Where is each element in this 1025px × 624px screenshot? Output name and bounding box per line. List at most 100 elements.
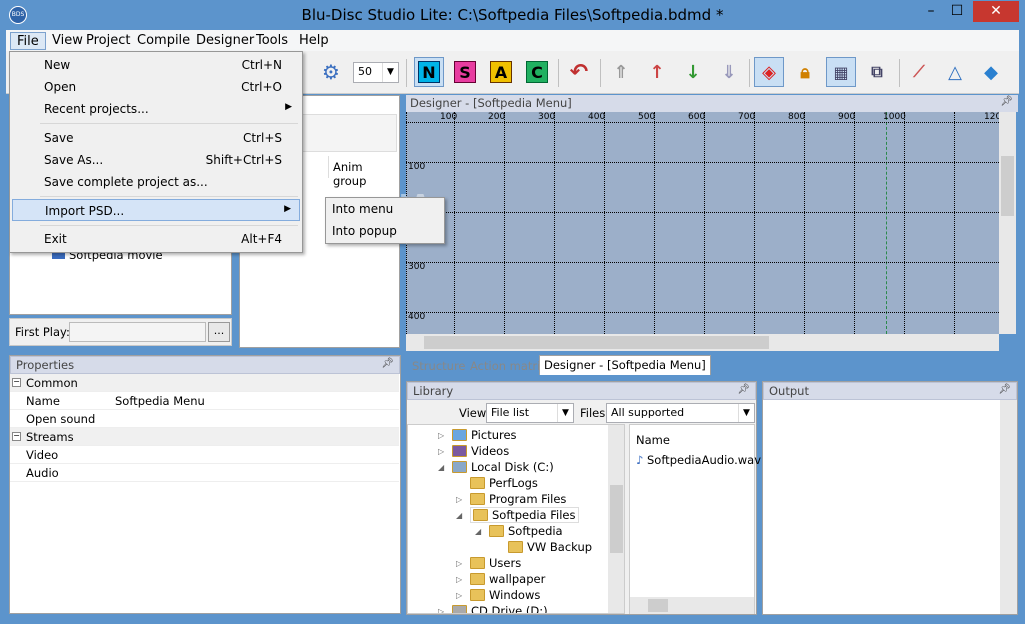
- expand-icon[interactable]: ▷: [438, 607, 444, 613]
- tree-item[interactable]: Windows: [470, 588, 540, 602]
- expand-icon[interactable]: ▷: [438, 431, 444, 440]
- scroll-thumb[interactable]: [648, 599, 668, 612]
- expand-icon[interactable]: ▷: [456, 559, 462, 568]
- menu-item-new[interactable]: New Ctrl+N: [12, 54, 300, 76]
- cubes-icon[interactable]: ◆: [976, 57, 1006, 87]
- send-backward-icon[interactable]: ↓: [678, 57, 708, 87]
- collapse-icon[interactable]: ◢: [456, 511, 462, 520]
- menu-file[interactable]: File: [10, 32, 46, 50]
- separator: [406, 59, 407, 87]
- prop-row-video[interactable]: Video: [10, 446, 399, 464]
- mode-n-button[interactable]: N: [414, 57, 444, 87]
- expand-icon[interactable]: ▷: [438, 447, 444, 456]
- layout-icon[interactable]: ▦: [826, 57, 856, 87]
- menu-item-into-menu[interactable]: Into menu: [332, 202, 393, 216]
- folder-icon: [470, 493, 485, 505]
- prop-row-open-sound[interactable]: Open sound: [10, 410, 399, 428]
- move-down-icon[interactable]: ⇓: [714, 57, 744, 87]
- bring-forward-icon[interactable]: ↑: [642, 57, 672, 87]
- menu-item-exit[interactable]: Exit Alt+F4: [12, 228, 300, 250]
- graph-icon[interactable]: ⟋: [904, 57, 934, 87]
- browse-button[interactable]: ...: [208, 322, 230, 342]
- mode-a-button[interactable]: A: [486, 57, 516, 87]
- tree-vscroll[interactable]: [608, 425, 624, 613]
- prop-row-name[interactable]: Name Softpedia Menu: [10, 392, 399, 410]
- pin-icon[interactable]: 📌︎: [998, 384, 1011, 395]
- tab-structure[interactable]: Structure: [408, 357, 470, 375]
- collapse-icon[interactable]: −: [12, 378, 21, 387]
- cycle-icon[interactable]: △: [940, 57, 970, 87]
- tree-item[interactable]: CD Drive (D:): [452, 604, 548, 613]
- close-button[interactable]: ✕: [973, 1, 1019, 22]
- first-play-field[interactable]: [69, 322, 206, 342]
- tree-item[interactable]: Users: [470, 556, 521, 570]
- ruler-label-x: 100: [440, 112, 458, 122]
- menu-item-save[interactable]: Save Ctrl+S: [12, 127, 300, 149]
- grid-line: [406, 212, 999, 213]
- output-vscroll[interactable]: [1000, 400, 1017, 614]
- prop-category-common[interactable]: − Common: [10, 374, 399, 392]
- prop-key: Open sound: [26, 412, 96, 426]
- file-hscroll[interactable]: [630, 597, 754, 614]
- tree-label: Local Disk (C:): [471, 460, 554, 474]
- menu-bar: File View Project Compile Designer Tools…: [6, 30, 1019, 51]
- view-select[interactable]: File list ▼: [486, 403, 574, 423]
- folder-icon: [489, 525, 504, 537]
- undo-icon[interactable]: ↶: [564, 57, 594, 87]
- menu-item-recent[interactable]: Recent projects... ▶: [12, 98, 300, 120]
- menu-compile[interactable]: Compile: [131, 32, 196, 50]
- tree-item[interactable]: VW Backup: [508, 540, 592, 554]
- anim-group-header[interactable]: Anim group: [328, 156, 398, 188]
- tree-item[interactable]: PerfLogs: [470, 476, 538, 490]
- pin-icon[interactable]: 📌︎: [381, 358, 394, 369]
- expand-icon[interactable]: ▷: [456, 575, 462, 584]
- collapse-icon[interactable]: ◢: [475, 527, 481, 536]
- tab-designer[interactable]: Designer - [Softpedia Menu]: [539, 355, 711, 375]
- designer-hscroll[interactable]: [406, 334, 999, 351]
- tree-item[interactable]: Videos: [452, 444, 509, 458]
- file-column-header[interactable]: Name: [636, 433, 670, 447]
- menu-item-open[interactable]: Open Ctrl+O: [12, 76, 300, 98]
- menu-item-into-popup[interactable]: Into popup: [332, 224, 397, 238]
- library-title: Library: [413, 384, 454, 398]
- settings-icon[interactable]: ⚙: [316, 57, 346, 87]
- designer-vscroll[interactable]: [999, 112, 1016, 334]
- tree-item[interactable]: Pictures: [452, 428, 517, 442]
- mode-c-button[interactable]: C: [522, 57, 552, 87]
- menu-tools[interactable]: Tools: [250, 32, 294, 50]
- pin-icon[interactable]: 📌︎: [737, 384, 750, 395]
- tree-item[interactable]: Local Disk (C:): [452, 460, 554, 474]
- tree-item[interactable]: Program Files: [470, 492, 566, 506]
- menu-item-import-psd[interactable]: Import PSD... ▶: [12, 199, 300, 221]
- tree-item[interactable]: Softpedia: [489, 524, 563, 538]
- scroll-thumb[interactable]: [424, 336, 769, 349]
- collapse-icon[interactable]: −: [12, 432, 21, 441]
- maximize-button[interactable]: ☐: [944, 1, 970, 22]
- files-select[interactable]: All supported ▼: [606, 403, 755, 423]
- grid-line: [854, 112, 855, 334]
- link-icon[interactable]: ⧉: [862, 57, 892, 87]
- prop-category-streams[interactable]: − Streams: [10, 428, 399, 446]
- menu-item-save-as[interactable]: Save As... Shift+Ctrl+S: [12, 149, 300, 171]
- tree-item[interactable]: wallpaper: [470, 572, 545, 586]
- prop-row-audio[interactable]: Audio: [10, 464, 399, 482]
- scroll-thumb[interactable]: [610, 485, 623, 553]
- pin-icon[interactable]: 📌︎: [1000, 96, 1013, 107]
- zoom-select[interactable]: 50 ▼: [353, 62, 399, 83]
- menu-help[interactable]: Help: [293, 32, 335, 50]
- collapse-icon[interactable]: ◢: [438, 463, 444, 472]
- minimize-button[interactable]: –: [918, 1, 944, 22]
- scroll-thumb[interactable]: [1001, 156, 1014, 216]
- mode-s-button[interactable]: S: [450, 57, 480, 87]
- lock-icon[interactable]: 🔒︎: [790, 57, 820, 87]
- designer-canvas[interactable]: 100 200 300 400 500 600 700 800 900 1000…: [406, 112, 999, 334]
- file-item[interactable]: ♪ SoftpediaAudio.wav: [636, 453, 761, 467]
- palette-icon[interactable]: ◈: [754, 57, 784, 87]
- menu-project[interactable]: Project: [80, 32, 136, 50]
- expand-icon[interactable]: ▷: [456, 591, 462, 600]
- grid-line: [604, 112, 605, 334]
- move-up-icon[interactable]: ⇑: [606, 57, 636, 87]
- menu-item-save-complete[interactable]: Save complete project as...: [12, 171, 300, 193]
- tree-item-selected[interactable]: Softpedia Files: [470, 507, 579, 523]
- expand-icon[interactable]: ▷: [456, 495, 462, 504]
